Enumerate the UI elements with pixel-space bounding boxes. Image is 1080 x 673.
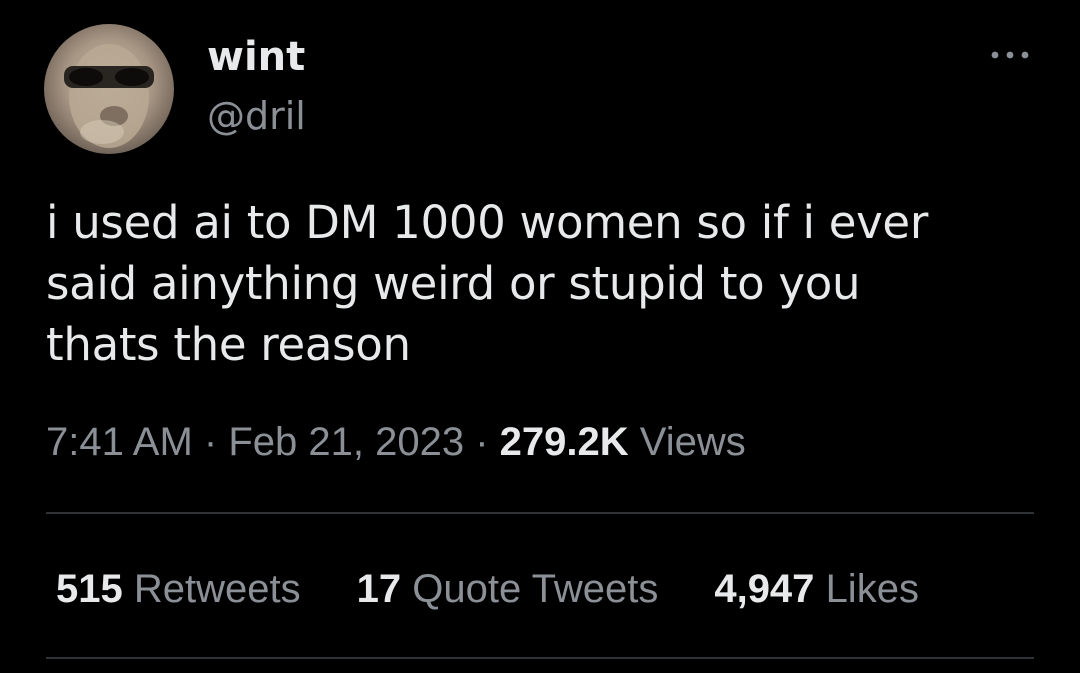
avatar[interactable] (44, 24, 174, 154)
views-label: Views (639, 420, 746, 464)
tweet-date[interactable]: Feb 21, 2023 (228, 420, 464, 464)
quote-tweets-stat[interactable]: 17 Quote Tweets (357, 563, 659, 615)
avatar-image (64, 44, 154, 148)
tweet-text-line: said ainything weird or stupid to you (46, 257, 861, 310)
more-horizontal-icon (991, 51, 1029, 59)
tweet-text: i used ai to DM 1000 women so if i ever … (46, 192, 1046, 375)
quote-tweets-label: Quote Tweets (412, 567, 659, 611)
retweets-label: Retweets (133, 567, 301, 611)
retweets-stat[interactable]: 515 Retweets (56, 563, 301, 615)
engagement-stats: 515 Retweets 17 Quote Tweets 4,947 Likes (56, 563, 919, 615)
divider (46, 512, 1034, 514)
tweet-meta: 7:41 AM · Feb 21, 2023 · 279.2K Views (46, 416, 746, 468)
views-count: 279.2K (499, 420, 629, 464)
more-options-button[interactable] (985, 40, 1035, 70)
meta-separator: · (475, 420, 489, 464)
author-name[interactable]: wint (207, 32, 305, 82)
likes-label: Likes (825, 567, 919, 611)
tweet-detail: wint @dril i used ai to DM 1000 women so… (0, 0, 1080, 673)
likes-stat[interactable]: 4,947 Likes (714, 563, 919, 615)
author-handle[interactable]: @dril (207, 92, 306, 140)
tweet-time[interactable]: 7:41 AM (46, 420, 193, 464)
divider (46, 657, 1034, 659)
retweets-count: 515 (56, 567, 123, 611)
meta-separator: · (203, 420, 218, 464)
likes-count: 4,947 (714, 567, 815, 611)
tweet-text-line: i used ai to DM 1000 women so if i ever (46, 196, 929, 249)
tweet-text-line: thats the reason (46, 318, 411, 371)
quote-tweets-count: 17 (356, 567, 402, 611)
